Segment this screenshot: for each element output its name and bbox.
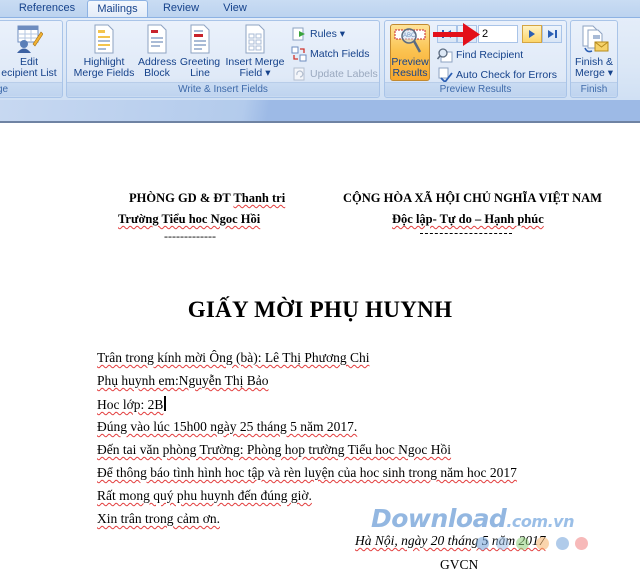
watermark-dot-2 — [496, 537, 509, 550]
body-line-student: Phụ huynh em:Nguyễn Thị Bảo — [97, 373, 269, 388]
group-label-write-insert: Write & Insert Fields — [67, 82, 379, 96]
body-line-request: Rất mong quý phu huynh đến đúng giờ. — [97, 488, 312, 503]
finish-merge-label-2: Merge ▾ — [575, 67, 613, 79]
group-label-preview: Preview Results — [385, 82, 566, 96]
annotation-arrow-icon — [433, 23, 480, 46]
update-labels-icon — [293, 67, 305, 81]
preview-results-icon: ABC — [394, 28, 426, 53]
watermark-suffix: .com.vn — [506, 512, 574, 531]
update-labels-button[interactable]: Update Labels — [291, 65, 378, 83]
group-label-start: ge — [0, 82, 62, 96]
rules-icon — [292, 27, 305, 41]
watermark-main: Download — [371, 504, 507, 533]
signature-title: GVCN — [440, 557, 479, 572]
address-block-button[interactable]: Address Block — [138, 24, 177, 79]
watermark-dot-5 — [556, 537, 569, 550]
body-line-thanks: Xin trân trong cảm ơn. — [97, 511, 220, 526]
auto-check-errors-icon — [438, 67, 453, 83]
text-cursor — [164, 396, 166, 411]
tab-view[interactable]: View — [213, 0, 257, 17]
header-left-separator: ------------- — [164, 229, 216, 243]
ribbon: Edit ecipient List ge Highlight Merge Fi… — [0, 17, 640, 100]
rules-label: Rules ▾ — [310, 28, 346, 40]
group-label-finish: Finish — [571, 82, 617, 96]
body-line-place: Đến tai văn phòng Trường: Phòng hop trườ… — [97, 442, 452, 457]
header-left-district: Thanh tri — [233, 191, 286, 205]
address-block-icon — [147, 24, 167, 54]
match-fields-icon — [291, 46, 307, 62]
address-block-label-2: Block — [144, 67, 170, 79]
body-line-time: Đúng vào lúc 15h00 ngày 25 tháng 5 năm 2… — [97, 419, 358, 434]
highlight-merge-fields-button[interactable]: Highlight Merge Fields — [71, 24, 137, 79]
find-recipient-button[interactable]: Find Recipient — [437, 46, 523, 64]
highlight-label-2: Merge Fields — [73, 67, 135, 79]
record-number-input[interactable]: 2 — [478, 25, 518, 43]
body-line-invitation: Trân trong kính mời Ông (bà): Lê Thị Phư… — [97, 350, 370, 365]
find-recipient-label: Find Recipient — [456, 49, 524, 61]
preview-results-button[interactable]: ABC Preview Results — [390, 24, 430, 81]
insert-merge-field-button[interactable]: Insert Merge Field ▾ — [223, 24, 287, 79]
group-start-mail-merge: Edit ecipient List ge — [0, 20, 63, 98]
update-labels-label: Update Labels — [310, 68, 378, 80]
body-line-class: Hoc lớp: 2B — [97, 396, 166, 413]
group-preview-results: ABC Preview Results 2 — [384, 20, 567, 98]
ribbon-tab-bar: References Mailings Review View — [0, 0, 640, 17]
watermark-dot-4 — [536, 537, 549, 550]
group-finish: Finish & Merge ▾ Finish — [570, 20, 618, 98]
greeting-line-label-2: Line — [190, 67, 210, 79]
tab-mailings[interactable]: Mailings — [87, 0, 148, 17]
header-left-line1: PHÒNG GD & ĐT Thanh tri — [129, 191, 285, 206]
ribbon-bottom-band — [0, 100, 640, 123]
preview-results-label-2: Results — [392, 67, 428, 79]
group-write-insert-fields: Highlight Merge Fields Address Block Gre… — [66, 20, 380, 98]
last-record-icon — [548, 30, 557, 38]
greeting-line-icon — [190, 24, 210, 54]
next-record-icon — [529, 30, 535, 38]
tab-review[interactable]: Review — [155, 0, 207, 17]
class-text: Hoc lớp: 2B — [97, 397, 164, 412]
finish-merge-button[interactable]: Finish & Merge ▾ — [571, 24, 617, 79]
edit-recipient-list-label-2: ecipient List — [1, 67, 57, 79]
body-line-purpose: Để thông báo tình hình hoc tập và rèn lu… — [97, 465, 517, 480]
last-record-button[interactable] — [542, 25, 562, 43]
match-fields-label: Match Fields — [310, 48, 370, 60]
highlight-merge-fields-icon — [94, 24, 114, 54]
greeting-line-button[interactable]: Greeting Line — [178, 24, 222, 79]
watermark-dot-3 — [516, 537, 529, 550]
match-fields-button[interactable]: Match Fields — [291, 45, 370, 63]
next-record-button[interactable] — [522, 25, 542, 43]
header-left-department: PHÒNG GD & ĐT — [129, 191, 234, 205]
watermark-dot-1 — [476, 537, 489, 550]
tab-references[interactable]: References — [8, 0, 86, 17]
edit-recipient-list-button[interactable]: Edit ecipient List — [0, 24, 61, 79]
document-page[interactable]: PHÒNG GD & ĐT Thanh tri Trường Tiểu hoc … — [0, 125, 640, 582]
rules-button[interactable]: Rules ▾ — [291, 25, 345, 43]
header-left-school: Trường Tiểu hoc Ngoc Hồi — [118, 212, 261, 226]
document-title: GIẤY MỜI PHỤ HUYNH — [187, 297, 453, 322]
watermark-dot-6 — [575, 537, 588, 550]
header-right-motto: Độc lập- Tự do – Hạnh phúc — [392, 212, 544, 226]
download-watermark: Download.com.vn — [371, 504, 574, 533]
find-recipient-icon — [437, 48, 453, 63]
insert-merge-field-label-2: Field ▾ — [239, 67, 271, 79]
finish-merge-icon — [582, 25, 609, 53]
insert-merge-field-icon — [245, 24, 265, 54]
header-right-country: CỘNG HÒA XÃ HỘI CHỦ NGHĨA VIỆT NAM — [343, 191, 602, 205]
edit-recipient-list-icon — [17, 25, 43, 53]
header-right-separator — [420, 233, 512, 234]
